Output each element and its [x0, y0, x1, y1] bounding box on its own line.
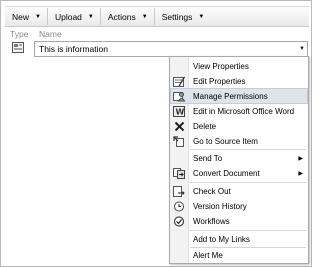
menu-item-check-out[interactable]: Check Out — [171, 184, 307, 198]
submenu-arrow-icon: ▶ — [298, 155, 303, 162]
menu-separator — [190, 149, 306, 150]
delete-icon — [171, 119, 187, 133]
menu-item-view-properties[interactable]: View Properties — [171, 59, 307, 73]
menu-item-label: Edit in Microsoft Office Word — [193, 106, 295, 116]
menu-item-label: Edit Properties — [193, 76, 246, 86]
item-name-link[interactable]: This is information ▼ — [34, 41, 308, 57]
dropdown-arrow-icon: ▼ — [141, 13, 148, 20]
dropdown-arrow-icon: ▼ — [87, 13, 94, 20]
menu-separator — [190, 182, 306, 183]
menu-item-add-to-my-links[interactable]: Add to My Links — [171, 232, 307, 246]
menu-item-label: Alert Me — [193, 250, 223, 260]
menu-item-workflows[interactable]: Workflows — [171, 214, 307, 228]
menu-item-label: Version History — [193, 201, 247, 211]
list-toolbar: New ▼ Upload ▼ Actions ▼ Settings ▼ — [5, 6, 309, 27]
workflows-icon — [171, 214, 187, 228]
edit-properties-icon — [171, 74, 187, 88]
menu-item-edit-in-word[interactable]: W Edit in Microsoft Office Word — [171, 104, 307, 118]
menu-separator — [190, 230, 306, 231]
menu-item-go-to-source[interactable]: Go to Source Item — [171, 134, 307, 148]
menu-item-label: Check Out — [193, 186, 231, 196]
upload-menu-button[interactable]: Upload ▼ — [46, 8, 100, 25]
word-icon: W — [171, 104, 187, 118]
settings-menu-button[interactable]: Settings ▼ — [153, 8, 211, 25]
list-web-part: New ▼ Upload ▼ Actions ▼ Settings ▼ Type… — [0, 0, 312, 267]
menu-item-manage-permissions[interactable]: Manage Permissions — [170, 88, 308, 104]
menu-item-label: Manage Permissions — [193, 91, 268, 101]
item-menu-dropdown-icon[interactable]: ▼ — [297, 43, 307, 55]
menu-item-convert-document[interactable]: Convert Document ▶ — [171, 166, 307, 180]
svg-text:W: W — [176, 107, 185, 116]
dropdown-arrow-icon: ▼ — [198, 13, 205, 20]
submenu-arrow-icon: ▶ — [298, 170, 303, 177]
version-history-icon — [171, 199, 187, 213]
actions-menu-button[interactable]: Actions ▼ — [99, 8, 154, 25]
menu-item-alert-me[interactable]: Alert Me — [171, 248, 307, 262]
column-header-name[interactable]: Name — [39, 29, 62, 39]
item-context-menu: View Properties Edit Properties Manage P… — [169, 56, 309, 264]
source-item-icon — [171, 134, 187, 148]
menu-item-label: Send To — [193, 153, 223, 163]
menu-item-delete[interactable]: Delete — [171, 119, 307, 133]
check-out-icon — [171, 184, 187, 198]
column-header-type[interactable]: Type — [10, 29, 28, 39]
menu-item-label: Go to Source Item — [193, 136, 258, 146]
upload-label: Upload — [54, 11, 82, 22]
menu-item-label: View Properties — [193, 61, 249, 71]
document-type-icon — [12, 42, 24, 53]
menu-item-label: Workflows — [193, 216, 230, 226]
item-name-text[interactable]: This is information — [35, 44, 297, 54]
new-menu-button[interactable]: New ▼ — [5, 8, 47, 25]
menu-item-version-history[interactable]: Version History — [171, 199, 307, 213]
menu-item-edit-properties[interactable]: Edit Properties — [171, 74, 307, 88]
new-label: New — [12, 11, 30, 22]
dropdown-arrow-icon: ▼ — [35, 13, 41, 20]
permissions-icon — [171, 89, 187, 103]
menu-item-send-to[interactable]: Send To ▶ — [171, 151, 307, 165]
menu-item-label: Convert Document — [193, 168, 260, 178]
actions-label: Actions — [107, 11, 136, 22]
convert-icon — [171, 166, 187, 180]
menu-item-label: Add to My Links — [193, 234, 250, 244]
settings-label: Settings — [161, 11, 193, 22]
menu-item-label: Delete — [193, 121, 217, 131]
